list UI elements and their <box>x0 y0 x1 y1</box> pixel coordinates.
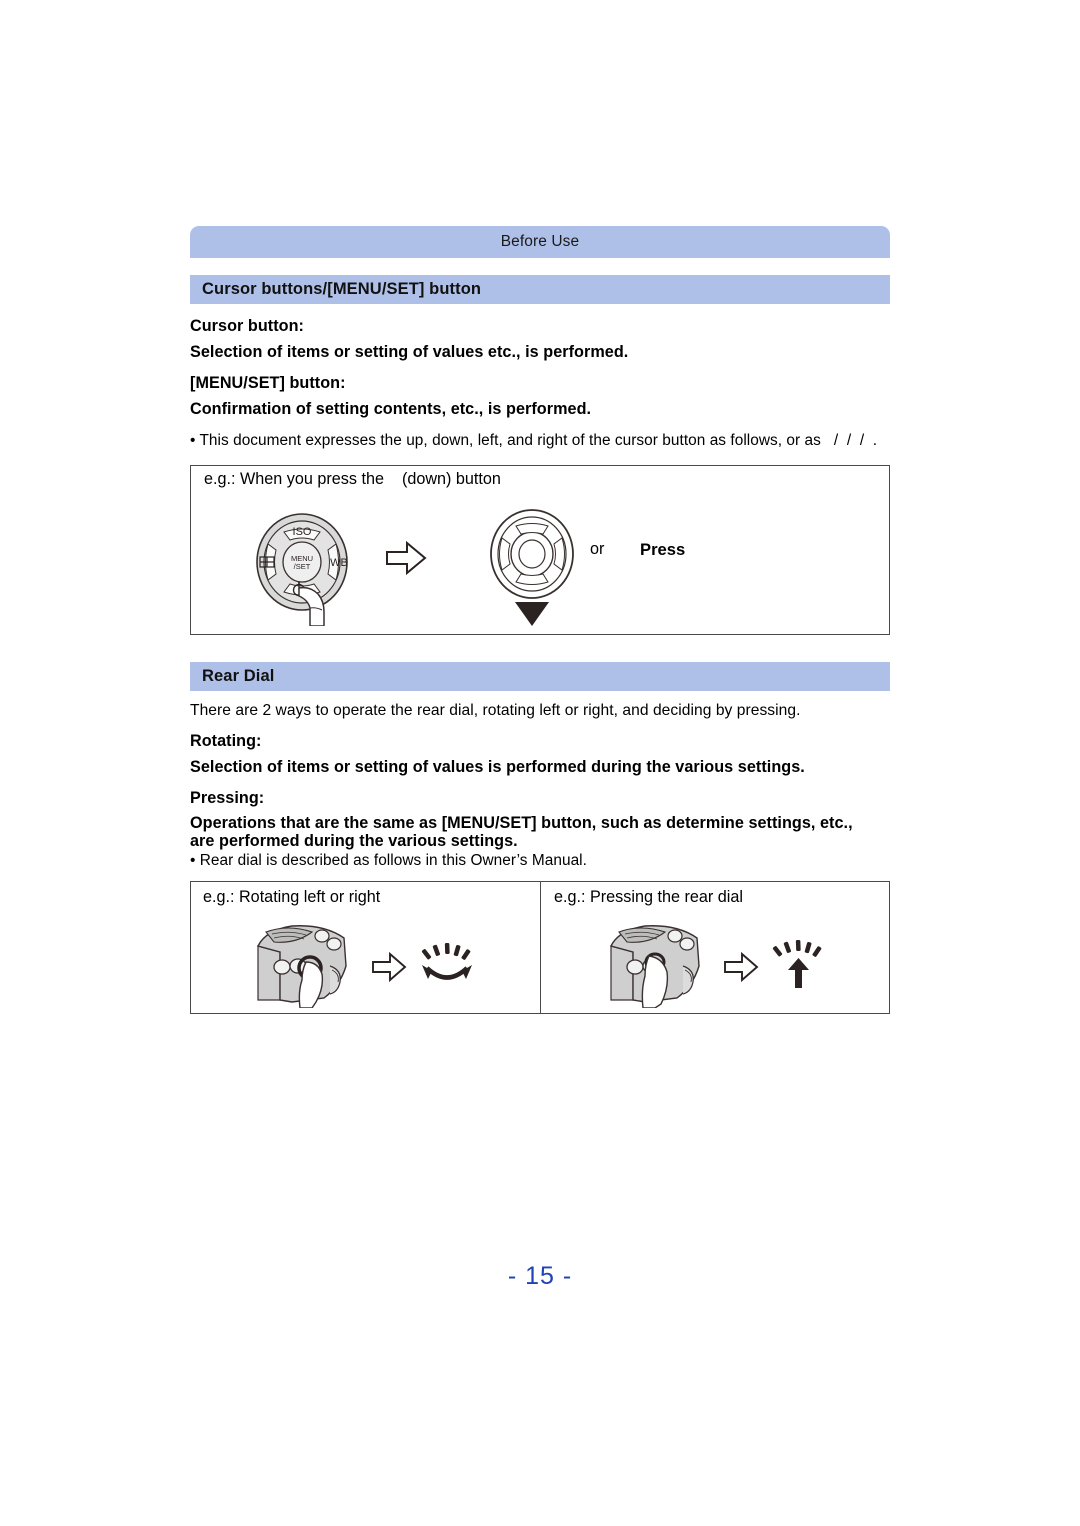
right-arrow-icon-rotating <box>370 950 408 989</box>
section-heading-rear-dial: Rear Dial <box>190 662 890 691</box>
camera-rotating-dial-illustration <box>252 922 352 1013</box>
dial-label-set: /SET <box>294 562 311 571</box>
cursor-dial-with-hand-illustration: ISO WB MENU /SET <box>252 508 356 631</box>
cursor-button-label: Cursor button: <box>190 317 304 335</box>
cursor-section-bullet: • This document expresses the up, down, … <box>190 432 878 449</box>
dial-label-iso: ISO <box>293 526 312 538</box>
section-heading-cursor-buttons: Cursor buttons/[MENU/SET] button <box>190 275 890 304</box>
figure-rotating-caption: e.g.: Rotating left or right <box>203 888 381 906</box>
document-page: Before Use Cursor buttons/[MENU/SET] but… <box>0 0 1080 1526</box>
page-number: - 15 - <box>507 1262 573 1290</box>
rotating-label: Rotating: <box>190 732 262 750</box>
figure-box-divider <box>540 881 542 1014</box>
press-dial-symbol <box>772 938 826 997</box>
press-text: Press <box>640 540 686 559</box>
right-arrow-icon-pressing <box>722 950 760 989</box>
menuset-button-description: Confirmation of setting contents, etc., … <box>190 400 592 418</box>
rotate-left-right-symbol <box>418 941 476 994</box>
rotating-description: Selection of items or setting of values … <box>190 758 805 776</box>
right-arrow-icon-cursor <box>383 538 429 583</box>
menuset-button-label: [MENU/SET] button: <box>190 374 346 392</box>
figure-cursor-caption: e.g.: When you press the (down) button <box>204 470 501 488</box>
rear-dial-bullet: • Rear dial is described as follows in t… <box>190 852 587 869</box>
cursor-button-description: Selection of items or setting of values … <box>190 343 629 361</box>
pressing-label: Pressing: <box>190 789 265 807</box>
running-header: Before Use <box>190 226 890 258</box>
cursor-dial-down-indicator-illustration <box>482 506 582 633</box>
or-text: or <box>590 540 605 558</box>
down-triangle-icon <box>515 602 549 626</box>
dial-label-wb: WB <box>330 557 348 569</box>
section-heading-rear-dial-label: Rear Dial <box>202 667 275 685</box>
running-header-title: Before Use <box>500 233 580 250</box>
rear-dial-intro: There are 2 ways to operate the rear dia… <box>190 702 801 719</box>
section-heading-cursor-buttons-label: Cursor buttons/[MENU/SET] button <box>202 280 482 298</box>
figure-pressing-caption: e.g.: Pressing the rear dial <box>554 888 743 906</box>
camera-pressing-dial-illustration <box>605 922 705 1013</box>
